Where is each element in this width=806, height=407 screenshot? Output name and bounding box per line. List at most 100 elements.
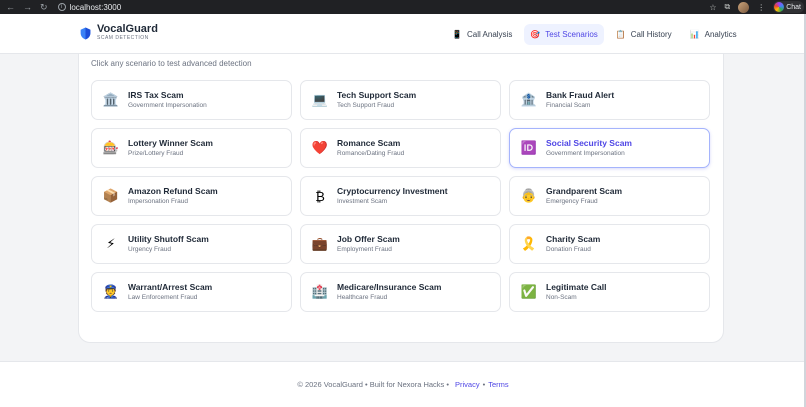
scenario-card[interactable]: 🆔 Social Security Scam Government Imperson… [509, 128, 710, 168]
scenario-category: Impersonation Fraud [128, 198, 188, 205]
scenario-icon: 🎗️ [520, 236, 538, 251]
scenario-title: Charity Scam [546, 234, 601, 244]
brand-name: VocalGuard [97, 23, 158, 35]
star-icon[interactable]: ☆ [709, 3, 716, 12]
tab-analytics[interactable]: 📊 Analytics [684, 24, 743, 45]
browser-actions: ☆ ⧉ ⋮ Chat [709, 1, 806, 13]
scenario-card[interactable]: 🏛️ IRS Tax Scam Government Impersonation [91, 80, 292, 120]
chat-label: Chat [786, 3, 801, 11]
scenario-category: Donation Fraud [546, 246, 591, 253]
chat-button[interactable]: Chat [773, 1, 804, 13]
scenario-icon: 👵 [520, 188, 538, 203]
scenario-title: Medicare/Insurance Scam [337, 282, 442, 292]
back-icon[interactable]: ← [6, 2, 15, 12]
scenario-title: Utility Shutoff Scam [128, 234, 209, 244]
app-root: VocalGuard SCAM DETECTION 📱 Call Analysis… [0, 14, 806, 407]
tab-icon: 🎯 [530, 30, 541, 39]
scenario-icon: 💼 [311, 236, 329, 251]
scenario-card[interactable]: ✅ Legitimate Call Non-Scam [509, 272, 710, 312]
scenario-icon: 📦 [102, 188, 120, 203]
scenario-category: Emergency Fraud [546, 198, 598, 205]
app-header: VocalGuard SCAM DETECTION 📱 Call Analysis… [0, 14, 806, 54]
privacy-link[interactable]: Privacy [455, 380, 480, 389]
tab-icon: 📱 [452, 30, 462, 39]
scenario-card[interactable]: 👵 Grandparent Scam Emergency Fraud [509, 176, 710, 216]
scenario-card[interactable]: 👮 Warrant/Arrest Scam Law Enforcement Frau… [91, 272, 292, 312]
scenario-category: Government Impersonation [546, 150, 625, 157]
brand-logo[interactable]: VocalGuard SCAM DETECTION [80, 24, 158, 42]
scenario-icon: 💻 [311, 92, 329, 107]
scenario-card[interactable]: ❤️ Romance Scam Romance/Dating Fraud [300, 128, 501, 168]
scenario-category: Non-Scam [546, 294, 577, 301]
scenario-icon: ⚡ [106, 236, 116, 251]
assistant-icon [774, 2, 785, 12]
address-bar[interactable]: i localhost:3000 [57, 2, 122, 12]
scenario-icon: 🆔 [520, 140, 538, 155]
tab-call-history[interactable]: 📋 Call History [610, 24, 678, 45]
tab-icon: 📋 [615, 30, 626, 39]
scenario-card[interactable]: 🏦 Bank Fraud Alert Financial Scam [509, 80, 710, 120]
scenario-card[interactable]: ₿ Cryptocurrency Investment Investment Sca… [300, 176, 501, 216]
tab-label: Call Analysis [466, 30, 513, 39]
scenario-category: Law Enforcement Fraud [128, 294, 198, 301]
scenario-icon: 🏛️ [102, 92, 120, 107]
scenario-card[interactable]: 🎰 Lottery Winner Scam Prize/Lottery Fraud [91, 128, 292, 168]
scenario-icon: 👮 [102, 284, 120, 299]
tab-call-analysis[interactable]: 📱 Call Analysis [446, 24, 518, 45]
scenario-icon: ❤️ [311, 140, 329, 155]
browser-nav: ← → ↻ [0, 2, 48, 13]
scenario-title: Job Offer Scam [337, 234, 400, 244]
footer-bullet: • [482, 380, 486, 389]
scenario-card[interactable]: 🎗️ Charity Scam Donation Fraud [509, 224, 710, 264]
scenario-title: Romance Scam [337, 138, 401, 148]
app-footer: © 2026 VocalGuard • Built for Nexora Hac… [0, 361, 806, 407]
scenario-category: Healthcare Fraud [337, 294, 388, 301]
scenario-card[interactable]: 📦 Amazon Refund Scam Impersonation Fraud [91, 176, 292, 216]
tab-label: Test Scenarios [545, 30, 598, 39]
scenario-icon: ₿ [315, 188, 325, 204]
scenario-category: Romance/Dating Fraud [337, 150, 405, 157]
tab-label: Analytics [704, 30, 737, 39]
shield-icon [80, 27, 91, 39]
scenario-category: Prize/Lottery Fraud [128, 150, 184, 157]
footer-text: © 2026 VocalGuard • Built for Nexora Hac… [297, 380, 450, 389]
scenario-category: Urgency Fraud [128, 246, 171, 253]
scenario-grid: 🏛️ IRS Tax Scam Government Impersonation 💻 T… [91, 80, 710, 312]
scenario-category: Employment Fraud [337, 246, 392, 253]
scenario-icon: 🏦 [520, 92, 538, 107]
scenario-category: Tech Support Fraud [337, 102, 395, 109]
scenario-card[interactable]: ⚡ Utility Shutoff Scam Urgency Fraud [91, 224, 292, 264]
site-info-icon[interactable]: i [57, 3, 66, 11]
main-nav: 📱 Call Analysis 🎯 Test Scenarios 📋 Call Histo… [446, 24, 743, 45]
scenario-title: Lottery Winner Scam [128, 138, 213, 148]
scenario-title: IRS Tax Scam [128, 90, 184, 100]
scenario-icon: ✅ [520, 284, 538, 299]
extensions-icon[interactable]: ⧉ [724, 2, 730, 12]
tab-icon: 📊 [689, 30, 700, 39]
scenario-card[interactable]: 💻 Tech Support Scam Tech Support Fraud [300, 80, 501, 120]
scenario-title: Bank Fraud Alert [546, 90, 615, 100]
scenario-category: Investment Scam [337, 198, 388, 205]
scenario-title: Legitimate Call [546, 282, 607, 292]
scenario-title: Amazon Refund Scam [128, 186, 218, 196]
profile-avatar[interactable] [738, 1, 750, 13]
tab-test-scenarios[interactable]: 🎯 Test Scenarios [524, 24, 604, 45]
reload-icon[interactable]: ↻ [40, 2, 48, 13]
scenario-title: Social Security Scam [546, 138, 632, 148]
scenario-category: Financial Scam [546, 102, 591, 109]
scenario-title: Cryptocurrency Investment [337, 186, 448, 196]
brand-tagline: SCAM DETECTION [97, 35, 149, 41]
browser-toolbar: ← → ↻ i localhost:3000 ☆ ⧉ ⋮ Chat [0, 0, 806, 14]
scenarios-panel: Click any scenario to test advanced dete… [78, 54, 724, 343]
forward-icon[interactable]: → [23, 2, 32, 12]
panel-subtitle: Click any scenario to test advanced dete… [91, 59, 252, 68]
url-text: localhost:3000 [69, 2, 122, 12]
menu-icon[interactable]: ⋮ [757, 3, 765, 12]
scenario-title: Tech Support Scam [337, 90, 417, 100]
scenario-title: Grandparent Scam [546, 186, 623, 196]
terms-link[interactable]: Terms [488, 380, 508, 389]
scenario-title: Warrant/Arrest Scam [128, 282, 213, 292]
scenario-icon: 🏥 [311, 284, 329, 299]
scenario-card[interactable]: 💼 Job Offer Scam Employment Fraud [300, 224, 501, 264]
scenario-card[interactable]: 🏥 Medicare/Insurance Scam Healthcare Fraud [300, 272, 501, 312]
